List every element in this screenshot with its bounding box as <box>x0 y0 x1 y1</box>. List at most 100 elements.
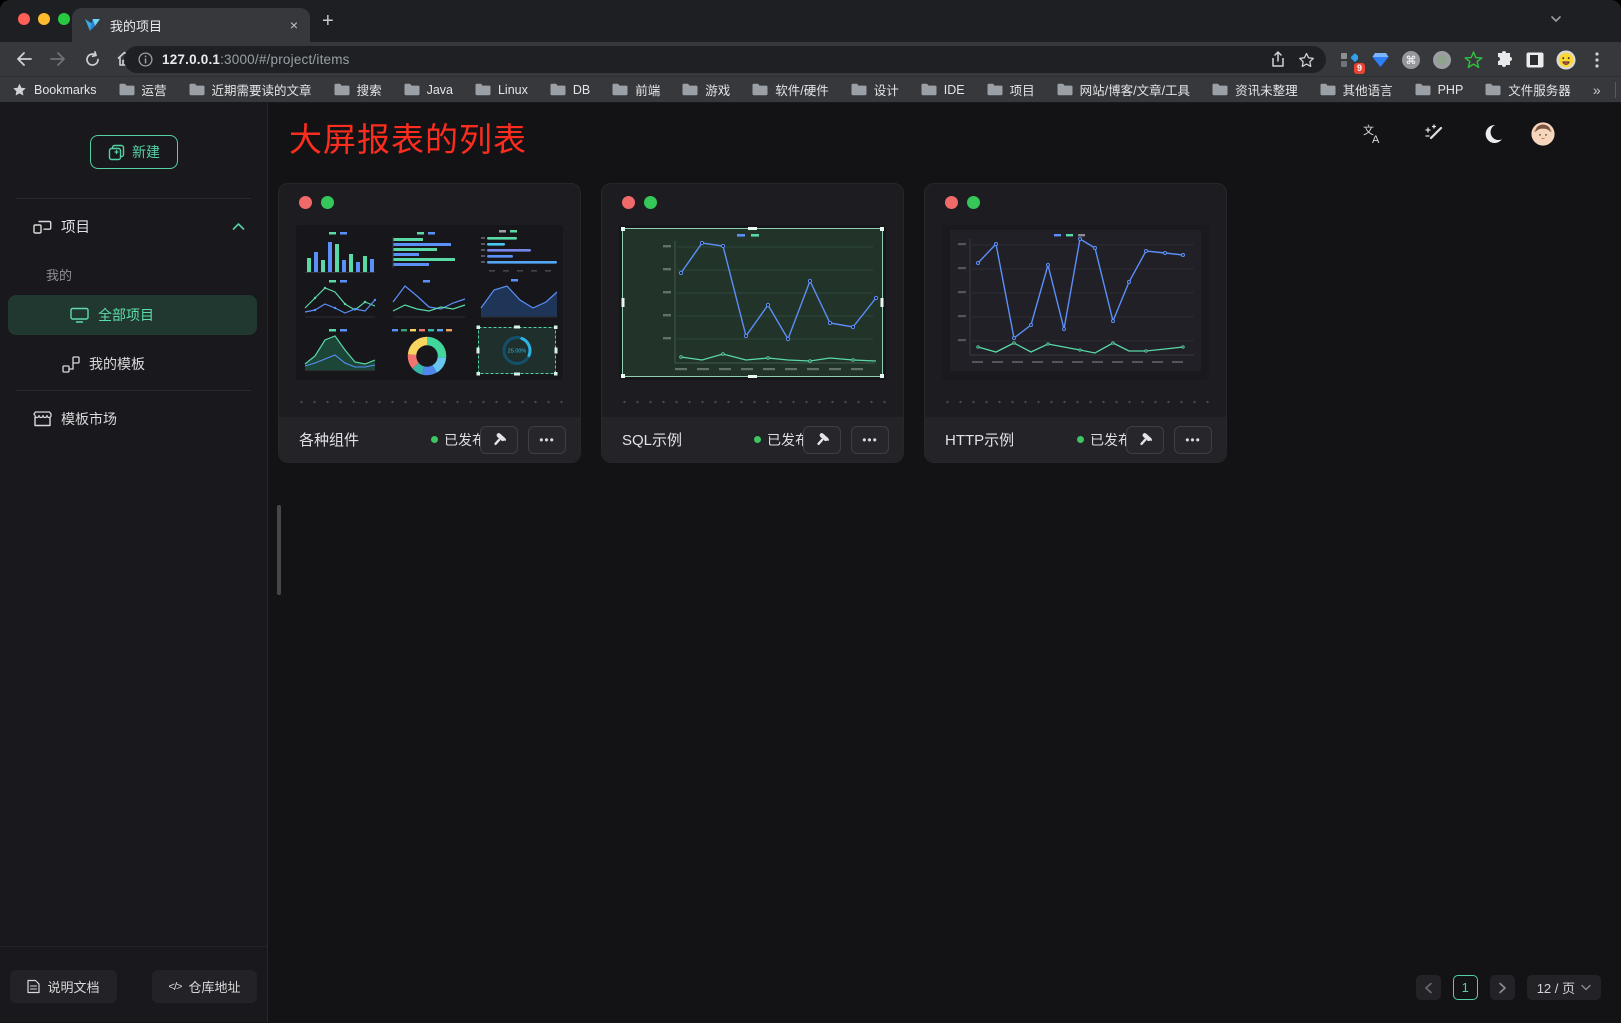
project-card[interactable]: 25.00% 各种组件 已发布 <box>278 183 581 463</box>
project-card[interactable]: HTTP示例 已发布 ••• <box>924 183 1227 463</box>
folder-icon <box>752 83 768 96</box>
sidebar-item-my-templates[interactable]: 我的模板 <box>0 345 267 383</box>
share-icon[interactable] <box>1268 50 1288 70</box>
tab-close-icon[interactable]: × <box>290 18 298 32</box>
card-window-dots <box>299 196 334 209</box>
bookmark-folder-item[interactable]: 运营 <box>119 80 167 99</box>
bookmark-folder-label: 近期需要读的文章 <box>212 80 312 99</box>
card-window-dots <box>945 196 980 209</box>
extension-gem-icon[interactable] <box>1370 50 1390 70</box>
edit-hammer-button[interactable] <box>803 426 841 454</box>
sidebar-item-label: 模板市场 <box>61 409 117 429</box>
bookmark-folder-item[interactable]: 其他语言 <box>1320 80 1393 99</box>
back-button[interactable] <box>12 47 36 71</box>
dark-mode-moon-icon[interactable] <box>1481 122 1505 146</box>
bookmarks-overflow-button[interactable]: » <box>1593 82 1601 98</box>
sidebar-item-label: 全部项目 <box>98 305 154 325</box>
site-info-icon[interactable] <box>138 52 153 67</box>
bookmarks-root[interactable]: Bookmarks <box>12 83 97 97</box>
more-actions-button[interactable]: ••• <box>1174 426 1212 454</box>
docs-button[interactable]: 说明文档 <box>10 970 117 1003</box>
url-text: 127.0.0.1:3000/#/project/items <box>162 52 1268 67</box>
folder-icon <box>1212 83 1228 96</box>
ellipsis-icon: ••• <box>1185 433 1201 447</box>
bookmark-folder-label: 其他语言 <box>1343 80 1393 99</box>
close-window-button[interactable] <box>18 13 30 25</box>
new-tab-button[interactable]: + <box>322 10 334 33</box>
project-card[interactable]: SQL示例 已发布 ••• <box>601 183 904 463</box>
card-footer: 各种组件 已发布 ••• <box>279 417 580 462</box>
sidebar-item-label: 我的模板 <box>89 354 145 374</box>
repo-button[interactable]: </> 仓库地址 <box>152 970 257 1003</box>
extension-command-icon[interactable]: ⌘ <box>1401 50 1421 70</box>
prev-page-button[interactable] <box>1416 975 1441 1000</box>
folder-icon <box>475 83 491 96</box>
browser-window: 我的项目 × + 127.0.0.1:3000/#/project/items <box>0 0 1621 1023</box>
sidebar-group-project[interactable]: 项目 <box>0 207 267 245</box>
extension-blocks-icon[interactable]: 9 <box>1339 50 1359 70</box>
folder-icon <box>851 83 867 96</box>
zoom-window-button[interactable] <box>58 13 70 25</box>
hammer-icon <box>1137 432 1153 448</box>
bookmark-folder-label: Linux <box>498 83 528 97</box>
bookmark-star-icon[interactable] <box>1296 50 1316 70</box>
docs-button-label: 说明文档 <box>47 977 99 996</box>
next-page-button[interactable] <box>1490 975 1515 1000</box>
bookmark-folder-label: 文件服务器 <box>1508 80 1571 99</box>
bookmarks-bar: Bookmarks 运营 近期需要读的文章 搜索 Java Linux DB <box>0 76 1621 103</box>
bookmark-folder-item[interactable]: 软件/硬件 <box>752 80 828 99</box>
bookmark-folder-item[interactable]: 文件服务器 <box>1485 80 1571 99</box>
extension-record-icon[interactable] <box>1432 50 1452 70</box>
edit-hammer-button[interactable] <box>1126 426 1164 454</box>
scrollbar-thumb[interactable] <box>277 505 281 595</box>
bookmark-folder-item[interactable]: 前端 <box>612 80 660 99</box>
bookmark-folder-item[interactable]: PHP <box>1415 80 1464 99</box>
extension-green-star-icon[interactable] <box>1463 50 1483 70</box>
bookmark-folder-item[interactable]: Linux <box>475 80 528 99</box>
more-actions-button[interactable]: ••• <box>528 426 566 454</box>
more-actions-button[interactable]: ••• <box>851 426 889 454</box>
extension-frame-icon[interactable] <box>1525 50 1545 70</box>
bookmark-folder-item[interactable]: Java <box>404 80 453 99</box>
minimize-window-button[interactable] <box>38 13 50 25</box>
document-icon <box>27 979 40 994</box>
url-bar[interactable]: 127.0.0.1:3000/#/project/items <box>124 46 1326 73</box>
bookmark-folder-item[interactable]: 项目 <box>987 80 1035 99</box>
profile-avatar-emoji[interactable] <box>1556 50 1576 70</box>
folder-icon <box>987 83 1003 96</box>
ellipsis-icon: ••• <box>539 433 555 447</box>
bookmark-folder-item[interactable]: 搜索 <box>334 80 382 99</box>
bookmark-folder-label: 网站/博客/文章/工具 <box>1080 80 1190 99</box>
dotted-separator <box>616 400 889 404</box>
edit-hammer-button[interactable] <box>480 426 518 454</box>
new-project-button[interactable]: 新建 <box>90 135 178 169</box>
chrome-menu-icon[interactable] <box>1587 50 1607 70</box>
bookmark-folder-item[interactable]: DB <box>550 80 590 99</box>
current-page-button[interactable]: 1 <box>1453 975 1478 1000</box>
user-avatar[interactable] <box>1531 122 1555 146</box>
magic-wand-icon[interactable] <box>1422 122 1446 146</box>
reload-button[interactable] <box>80 47 104 71</box>
bookmark-folder-item[interactable]: 网站/博客/文章/工具 <box>1057 80 1190 99</box>
page-size-select[interactable]: 12 / 页 <box>1527 975 1601 1000</box>
browser-tab[interactable]: 我的项目 × <box>72 8 310 42</box>
bookmark-folder-label: 资讯未整理 <box>1235 80 1298 99</box>
bookmark-folder-item[interactable]: 近期需要读的文章 <box>189 80 312 99</box>
folder-icon <box>682 83 698 96</box>
bookmark-folder-item[interactable]: IDE <box>921 80 965 99</box>
tab-strip: 我的项目 × + <box>0 0 1621 42</box>
sidebar-item-all-projects[interactable]: 全部项目 <box>8 295 257 335</box>
hammer-icon <box>491 432 507 448</box>
bookmark-folder-item[interactable]: 设计 <box>851 80 899 99</box>
bookmark-folder-item[interactable]: 游戏 <box>682 80 730 99</box>
chevron-up-icon[interactable] <box>232 222 245 231</box>
folder-icon <box>612 83 628 96</box>
page-size-value: 12 / 页 <box>1537 978 1575 997</box>
tab-search-chevron-icon[interactable] <box>1549 12 1563 26</box>
extensions-puzzle-icon[interactable] <box>1494 50 1514 70</box>
bookmark-folder-item[interactable]: 资讯未整理 <box>1212 80 1298 99</box>
language-translate-icon[interactable]: 文 A <box>1361 122 1385 146</box>
sidebar-item-template-market[interactable]: 模板市场 <box>0 400 267 438</box>
forward-button[interactable] <box>46 47 70 71</box>
card-window-dots <box>622 196 657 209</box>
